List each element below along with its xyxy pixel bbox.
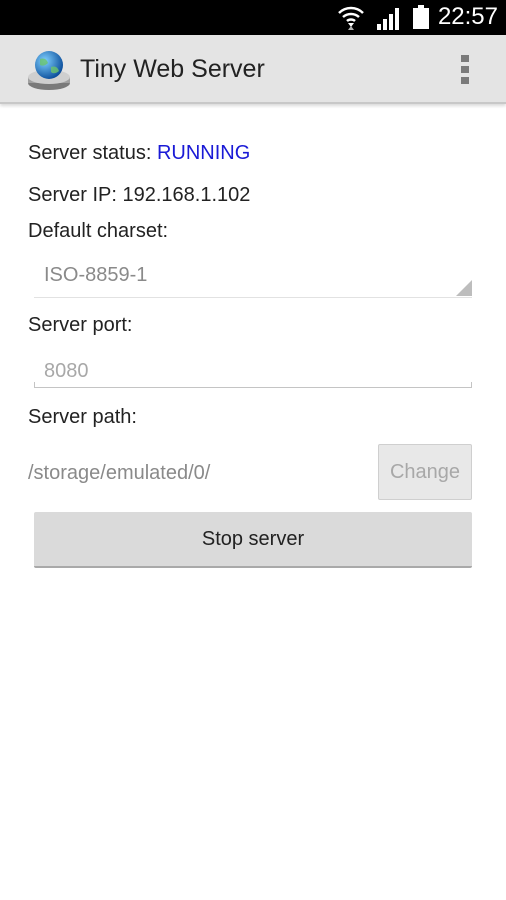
server-globe-icon (28, 51, 70, 90)
server-status-value: RUNNING (156, 142, 251, 164)
action-bar: Tiny Web Server (0, 35, 506, 104)
server-port-input[interactable]: 8080 (34, 350, 472, 388)
charset-selected-value: ISO-8859-1 (44, 264, 148, 286)
server-path-label: Server path: (28, 406, 137, 428)
server-port-label: Server port: (28, 314, 133, 336)
server-port-placeholder: 8080 (44, 360, 89, 382)
status-bar: 22:57 (0, 0, 506, 35)
status-time: 22:57 (437, 3, 498, 30)
default-charset-label: Default charset: (28, 220, 169, 242)
stop-server-button[interactable]: Stop server (34, 512, 472, 568)
server-status-label: Server status: (28, 142, 152, 164)
input-underline (34, 382, 472, 388)
wifi-icon (338, 6, 364, 30)
battery-icon (413, 5, 429, 29)
server-ip-row: Server IP: 192.168.1.102 (28, 182, 250, 208)
app-title: Tiny Web Server (80, 55, 265, 83)
server-path-value: /storage/emulated/0/ (28, 462, 211, 484)
server-ip-label: Server IP: (28, 184, 117, 206)
server-ip-value: 192.168.1.102 (122, 184, 251, 206)
charset-spinner[interactable]: ISO-8859-1 (34, 253, 472, 298)
server-status-row: Server status: RUNNING (28, 140, 250, 166)
change-path-button[interactable]: Change (378, 444, 472, 500)
overflow-menu-icon[interactable] (458, 53, 472, 85)
spinner-arrow-icon (456, 280, 472, 296)
cell-signal-icon (377, 8, 399, 30)
